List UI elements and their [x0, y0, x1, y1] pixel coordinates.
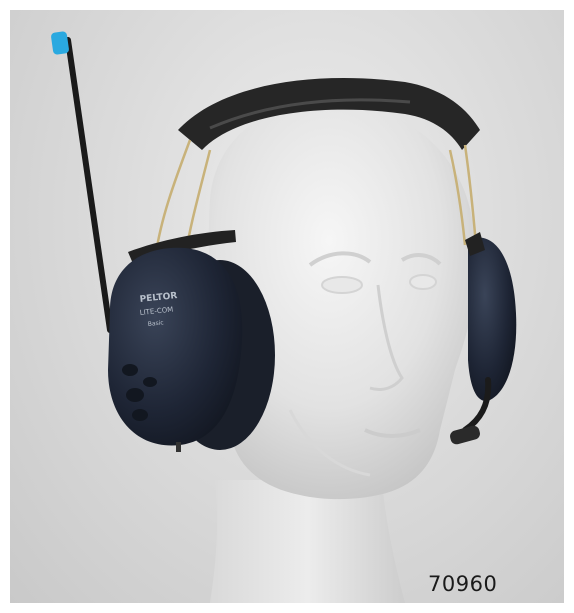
earcup-button-4: [132, 409, 148, 421]
antenna: [65, 37, 113, 333]
right-earcup: [468, 237, 517, 401]
mannequin-eye-right: [409, 274, 437, 290]
earcup-button-2: [126, 388, 144, 402]
mannequin-eye: [321, 276, 363, 294]
antenna-tip: [51, 31, 69, 55]
mannequin-neck: [210, 480, 405, 603]
earcup-button-3: [143, 377, 157, 387]
image-frame: PELTOR LITE-COM Basic 70960: [0, 0, 574, 613]
left-earcup: [108, 247, 243, 446]
product-photo: PELTOR LITE-COM Basic 70960: [10, 10, 564, 603]
product-code: 70960: [428, 572, 498, 596]
earcup-jack: [176, 442, 181, 452]
earcup-button-1: [122, 364, 138, 376]
headset-illustration: PELTOR LITE-COM Basic: [51, 31, 517, 603]
